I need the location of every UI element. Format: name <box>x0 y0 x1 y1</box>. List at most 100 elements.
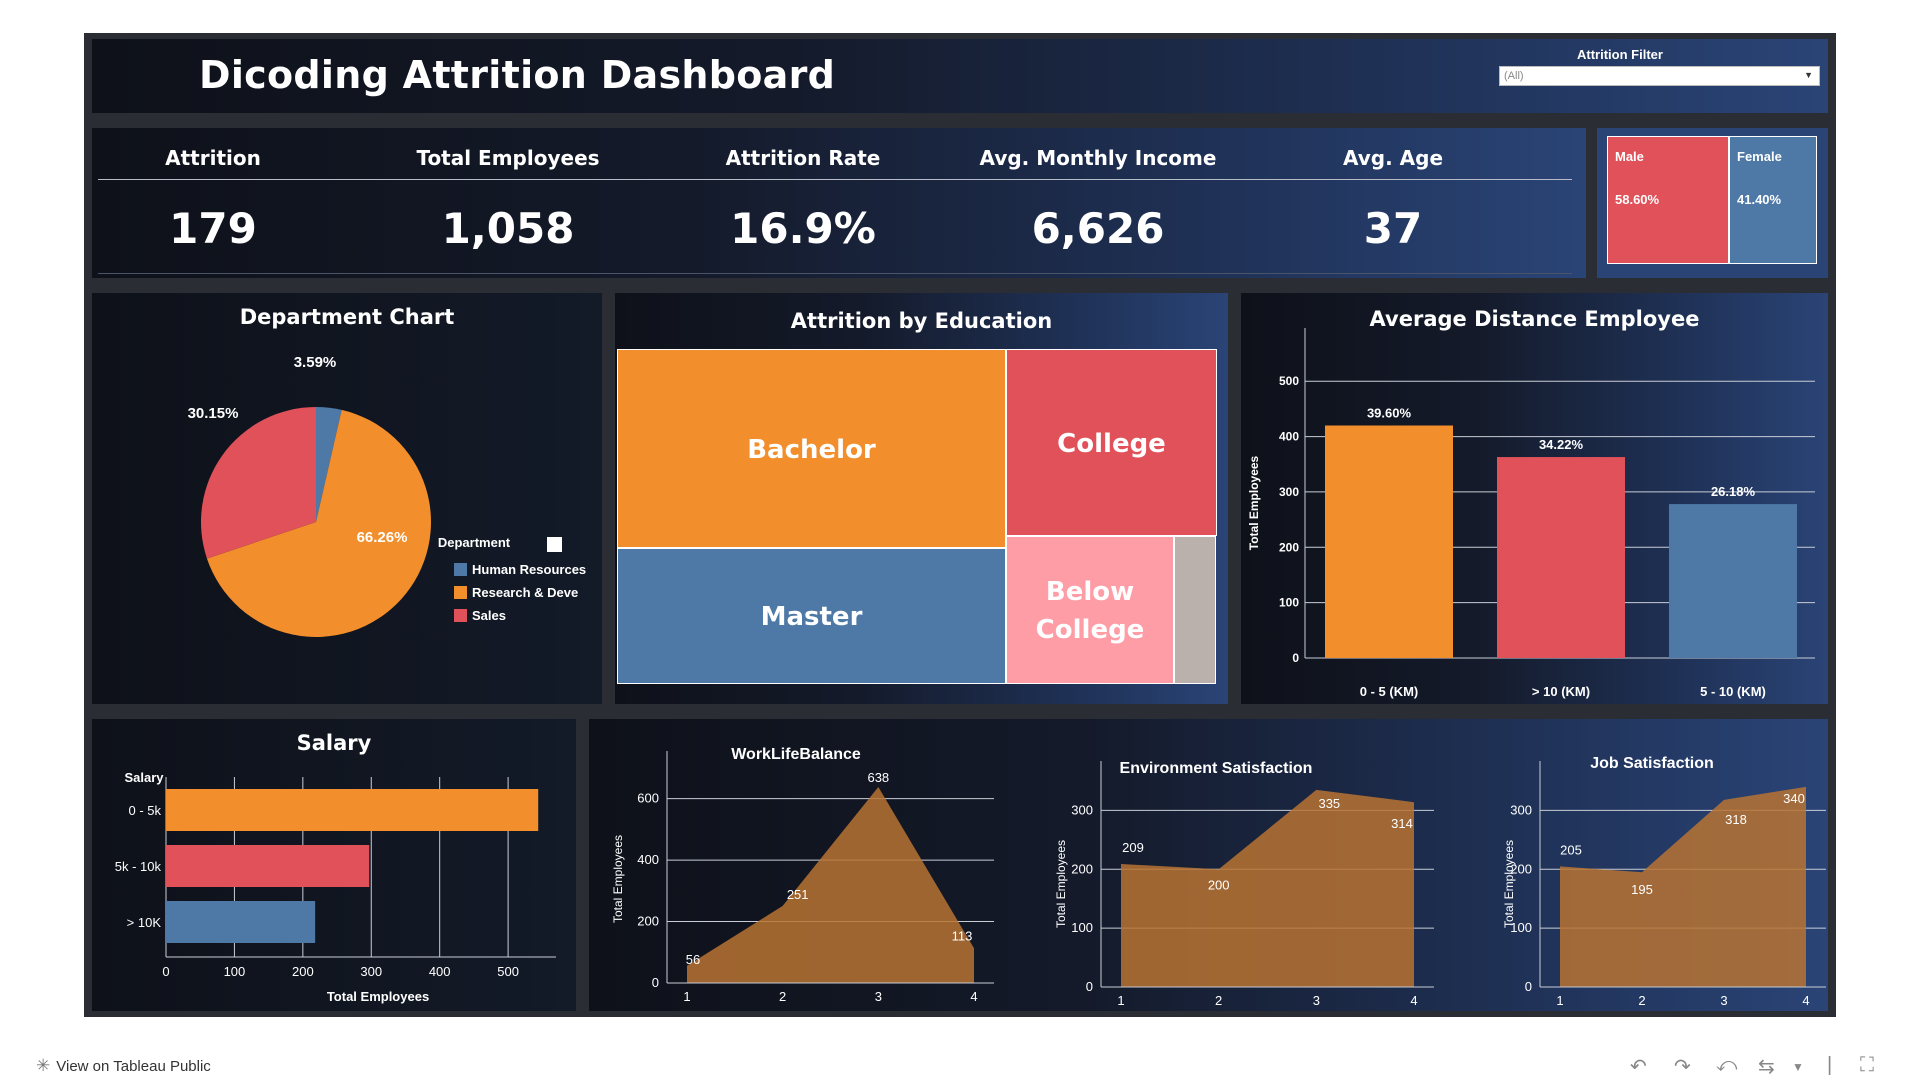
dashboard: Dicoding Attrition Dashboard Attrition F… <box>84 33 1836 1017</box>
salary-x-tick: 0 <box>162 964 169 979</box>
distance-x-tick: 0 - 5 (KM) <box>1360 684 1419 699</box>
pie-legend-label: Research & Deve <box>472 585 578 600</box>
view-on-tableau-link[interactable]: ✳ View on Tableau Public <box>36 1056 211 1076</box>
worklifebalance-x-tick: 3 <box>875 989 882 1004</box>
distance-y-tick: 300 <box>1279 485 1299 499</box>
job-satisfaction-data-label: 205 <box>1560 842 1582 857</box>
kpi-avg-monthly-income-value: 6,626 <box>1031 204 1165 253</box>
education-chart-panel: Attrition by Education Bachelor College Ma… <box>615 293 1228 704</box>
environment-satisfaction-data-label: 314 <box>1391 816 1413 831</box>
salary-x-tick: 300 <box>360 964 382 979</box>
gender-male-cell[interactable]: Male 58.60% <box>1607 136 1729 264</box>
distance-x-tick: > 10 (KM) <box>1532 684 1590 699</box>
salary-x-tick: 500 <box>497 964 519 979</box>
distance-y-tick: 0 <box>1292 651 1299 665</box>
satisfaction-area-charts: WorkLifeBalance 0 200 400 600 Total Employees… <box>611 746 1826 1008</box>
environment-satisfaction-data-label: 335 <box>1318 796 1340 811</box>
chevron-down-icon[interactable]: ▼ <box>1792 1060 1804 1074</box>
pie-slice-label: 66.26% <box>357 529 408 546</box>
attrition-filter-dropdown[interactable]: (All) ▼ <box>1499 66 1820 86</box>
worklifebalance-y-tick: 400 <box>637 852 659 867</box>
treemap-cell-master[interactable]: Master <box>617 548 1006 684</box>
salary-y-tick: > 10K <box>127 915 162 930</box>
job-satisfaction-x-tick: 2 <box>1638 993 1645 1008</box>
worklifebalance-x-tick: 2 <box>779 989 786 1004</box>
attrition-filter-value: (All) <box>1504 70 1524 82</box>
job-satisfaction-data-label: 195 <box>1631 882 1653 897</box>
revert-icon[interactable]: ⤺ <box>1716 1054 1737 1077</box>
pie-slice-label: 30.15% <box>188 405 239 422</box>
salary-x-label: Total Employees <box>327 989 429 1004</box>
redo-icon[interactable]: ↷ <box>1674 1054 1691 1079</box>
salary-bar-chart: Salary 0 100 200 300 400 500 Total Employees 0 -… <box>115 770 556 1004</box>
treemap-cell-bachelor[interactable]: Bachelor <box>617 349 1006 548</box>
job-satisfaction-y-label: Total Employees <box>1502 840 1516 928</box>
job-satisfaction-y-tick: 0 <box>1525 979 1532 994</box>
worklifebalance-title: WorkLifeBalance <box>731 746 861 763</box>
distance-bar-label: 26.18% <box>1711 484 1756 499</box>
gender-male-label: Male <box>1615 149 1644 164</box>
environment-satisfaction-x-tick: 4 <box>1410 993 1417 1008</box>
salary-bar <box>166 789 539 831</box>
environment-satisfaction-data-label: 209 <box>1122 840 1144 855</box>
toolbar-divider: | <box>1827 1054 1833 1076</box>
environment-satisfaction-x-tick: 3 <box>1313 993 1320 1008</box>
fullscreen-icon[interactable]: ⛶ <box>1860 1054 1874 1077</box>
treemap-cell-below-college[interactable]: Below College <box>1006 536 1174 684</box>
worklifebalance-y-tick: 200 <box>637 914 659 929</box>
salary-bar <box>166 901 316 943</box>
education-treemap: Bachelor College Master Below College <box>617 349 1217 684</box>
header-panel: Dicoding Attrition Dashboard Attrition F… <box>92 39 1828 113</box>
pie-legend-swatch <box>454 586 467 599</box>
attrition-filter-label: Attrition Filter <box>1577 47 1663 62</box>
salary-x-tick: 100 <box>224 964 246 979</box>
kpi-attrition-rate-label: Attrition Rate <box>725 146 881 170</box>
environment-satisfaction-title: Environment Satisfaction <box>1120 760 1313 777</box>
kpi-divider-bottom <box>98 273 1572 274</box>
pie-legend-label: Human Resources <box>472 562 586 577</box>
distance-bar-chart: 0 100 200 300 400 500 Total Employees 39.60% 0 -… <box>1247 328 1815 699</box>
tableau-logo-icon: ✳ <box>36 1056 51 1075</box>
worklifebalance-y-tick: 0 <box>652 975 659 990</box>
environment-satisfaction-y-tick: 200 <box>1071 861 1093 876</box>
kpi-avg-monthly-income-label: Avg. Monthly Income <box>979 146 1217 170</box>
job-satisfaction-data-label: 318 <box>1725 812 1747 827</box>
gender-male-pct: 58.60% <box>1615 192 1660 207</box>
salary-bar <box>166 845 370 887</box>
tableau-toolbar: ✳ View on Tableau Public ↶ ↷ ⤺ ⇆ ▼ | ⛶ <box>0 1040 1920 1080</box>
education-chart-title: Attrition by Education <box>790 309 1053 333</box>
worklifebalance-data-label: 113 <box>952 928 973 943</box>
kpi-divider <box>98 179 1572 180</box>
gender-female-cell[interactable]: Female 41.40% <box>1729 136 1817 264</box>
distance-bar <box>1497 457 1625 658</box>
gender-panel: Male 58.60% Female 41.40% <box>1597 128 1828 278</box>
treemap-cell-other[interactable] <box>1174 536 1216 684</box>
distance-y-label: Total Employees <box>1247 455 1261 550</box>
kpi-avg-age-value: 37 <box>1363 204 1423 253</box>
pie-legend-title: Department <box>438 535 511 550</box>
job-satisfaction-y-tick: 300 <box>1510 802 1532 817</box>
page-title: Dicoding Attrition Dashboard <box>199 53 836 97</box>
department-pie-chart: 3.59% 66.26% 30.15% Department Human Resourc… <box>188 354 586 637</box>
salary-y-tick: 5k - 10k <box>115 859 162 874</box>
legend-toggle <box>547 537 562 552</box>
chevron-down-icon[interactable]: ▼ <box>1804 70 1813 80</box>
treemap-cell-college[interactable]: College <box>1006 349 1217 536</box>
treemap-cell-label: College <box>1057 428 1166 459</box>
distance-x-tick: 5 - 10 (KM) <box>1700 684 1766 699</box>
refresh-icon[interactable]: ⇆ <box>1758 1054 1775 1079</box>
worklifebalance-x-tick: 1 <box>683 989 690 1004</box>
worklifebalance-y-tick: 600 <box>637 791 659 806</box>
job-satisfaction-x-tick: 1 <box>1556 993 1563 1008</box>
treemap-cell-label: Below College <box>1035 577 1145 645</box>
kpi-attrition-rate-value: 16.9% <box>730 204 876 253</box>
worklifebalance-area <box>687 786 974 983</box>
kpi-total-employees-label: Total Employees <box>416 146 600 170</box>
undo-icon[interactable]: ↶ <box>1630 1054 1647 1079</box>
job-satisfaction-x-tick: 3 <box>1720 993 1727 1008</box>
distance-chart-panel: Average Distance Employee 0 100 200 300 400 5… <box>1241 293 1828 704</box>
worklifebalance-data-label: 251 <box>787 887 809 902</box>
page: Dicoding Attrition Dashboard Attrition F… <box>0 0 1920 1080</box>
job-satisfaction-title: Job Satisfaction <box>1590 755 1714 772</box>
environment-satisfaction-data-label: 200 <box>1208 877 1230 892</box>
